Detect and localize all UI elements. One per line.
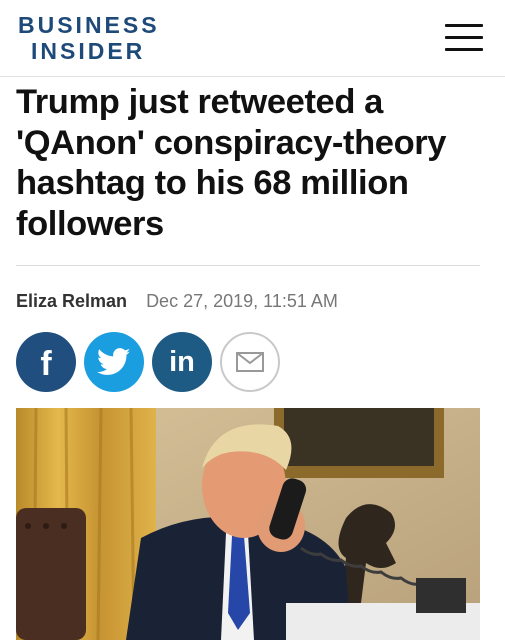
email-icon xyxy=(236,352,264,372)
site-header: BUSINESS INSIDER xyxy=(0,0,505,77)
article-photo-illustration xyxy=(16,408,480,640)
author-name[interactable]: Eliza Relman xyxy=(16,291,127,311)
twitter-icon xyxy=(97,348,131,375)
logo-line-2: INSIDER xyxy=(31,38,146,64)
email-share-button[interactable] xyxy=(220,332,280,392)
divider xyxy=(16,265,480,266)
facebook-icon: f xyxy=(40,345,52,383)
linkedin-icon: in xyxy=(169,345,195,378)
hamburger-menu-icon[interactable] xyxy=(445,24,483,52)
facebook-share-button[interactable]: f xyxy=(16,332,76,392)
logo-line-1: BUSINESS xyxy=(18,12,160,38)
business-insider-logo[interactable]: BUSINESS INSIDER xyxy=(18,12,160,64)
article-headline: Trump just retweeted a 'QAnon' conspirac… xyxy=(16,83,447,243)
article-photo xyxy=(16,408,480,640)
byline: Eliza Relman Dec 27, 2019, 11:51 AM xyxy=(16,290,338,312)
publish-date: Dec 27, 2019, 11:51 AM xyxy=(146,291,338,311)
linkedin-share-button[interactable]: in xyxy=(152,332,212,392)
twitter-share-button[interactable] xyxy=(84,332,144,392)
